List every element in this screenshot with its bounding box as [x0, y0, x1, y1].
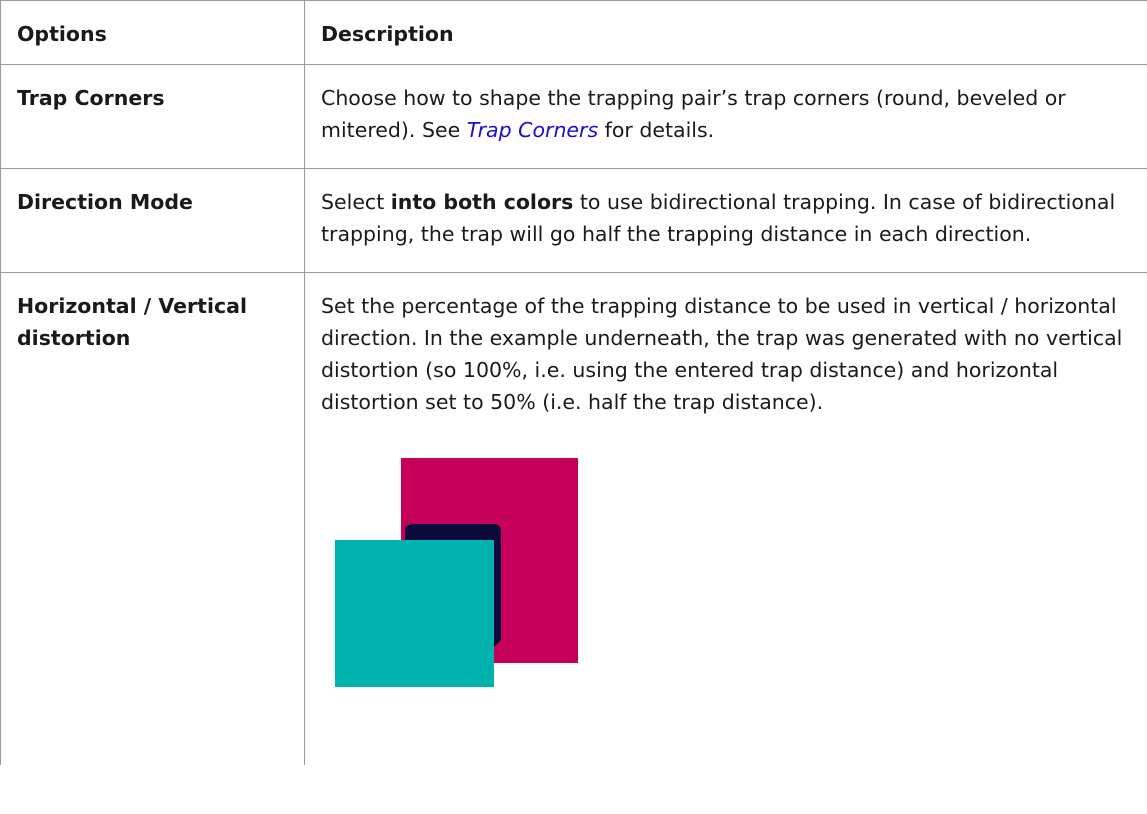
table-row-direction-mode: Direction Mode Select into both colors t…: [0, 168, 1147, 273]
header-description: Description: [304, 0, 1147, 65]
option-distortion: Horizontal / Vertical distortion: [0, 272, 305, 765]
description-text: for details.: [598, 118, 715, 142]
table-row-trap-corners: Trap Corners Choose how to shape the tra…: [0, 64, 1147, 169]
emphasis-into-both-colors: into both colors: [390, 190, 574, 214]
trap-corners-link[interactable]: Trap Corners: [467, 118, 598, 142]
description-trap-corners: Choose how to shape the trapping pair’s …: [304, 64, 1147, 169]
option-trap-corners: Trap Corners: [0, 64, 305, 169]
option-direction-mode: Direction Mode: [0, 168, 305, 273]
teal-square: [335, 540, 494, 687]
header-options: Options: [0, 0, 305, 65]
table-header-row: Options Description: [0, 0, 1147, 65]
description-direction-mode: Select into both colors to use bidirecti…: [304, 168, 1147, 273]
description-text: Set the percentage of the trapping dista…: [321, 294, 1123, 414]
options-table: Options Description Trap Corners Choose …: [0, 0, 1147, 765]
description-distortion: Set the percentage of the trapping dista…: [304, 272, 1147, 765]
distortion-example-figure: [335, 458, 595, 703]
table-row-distortion: Horizontal / Vertical distortion Set the…: [0, 272, 1147, 765]
distortion-illustration: [335, 458, 578, 687]
description-text: Select: [321, 190, 391, 214]
